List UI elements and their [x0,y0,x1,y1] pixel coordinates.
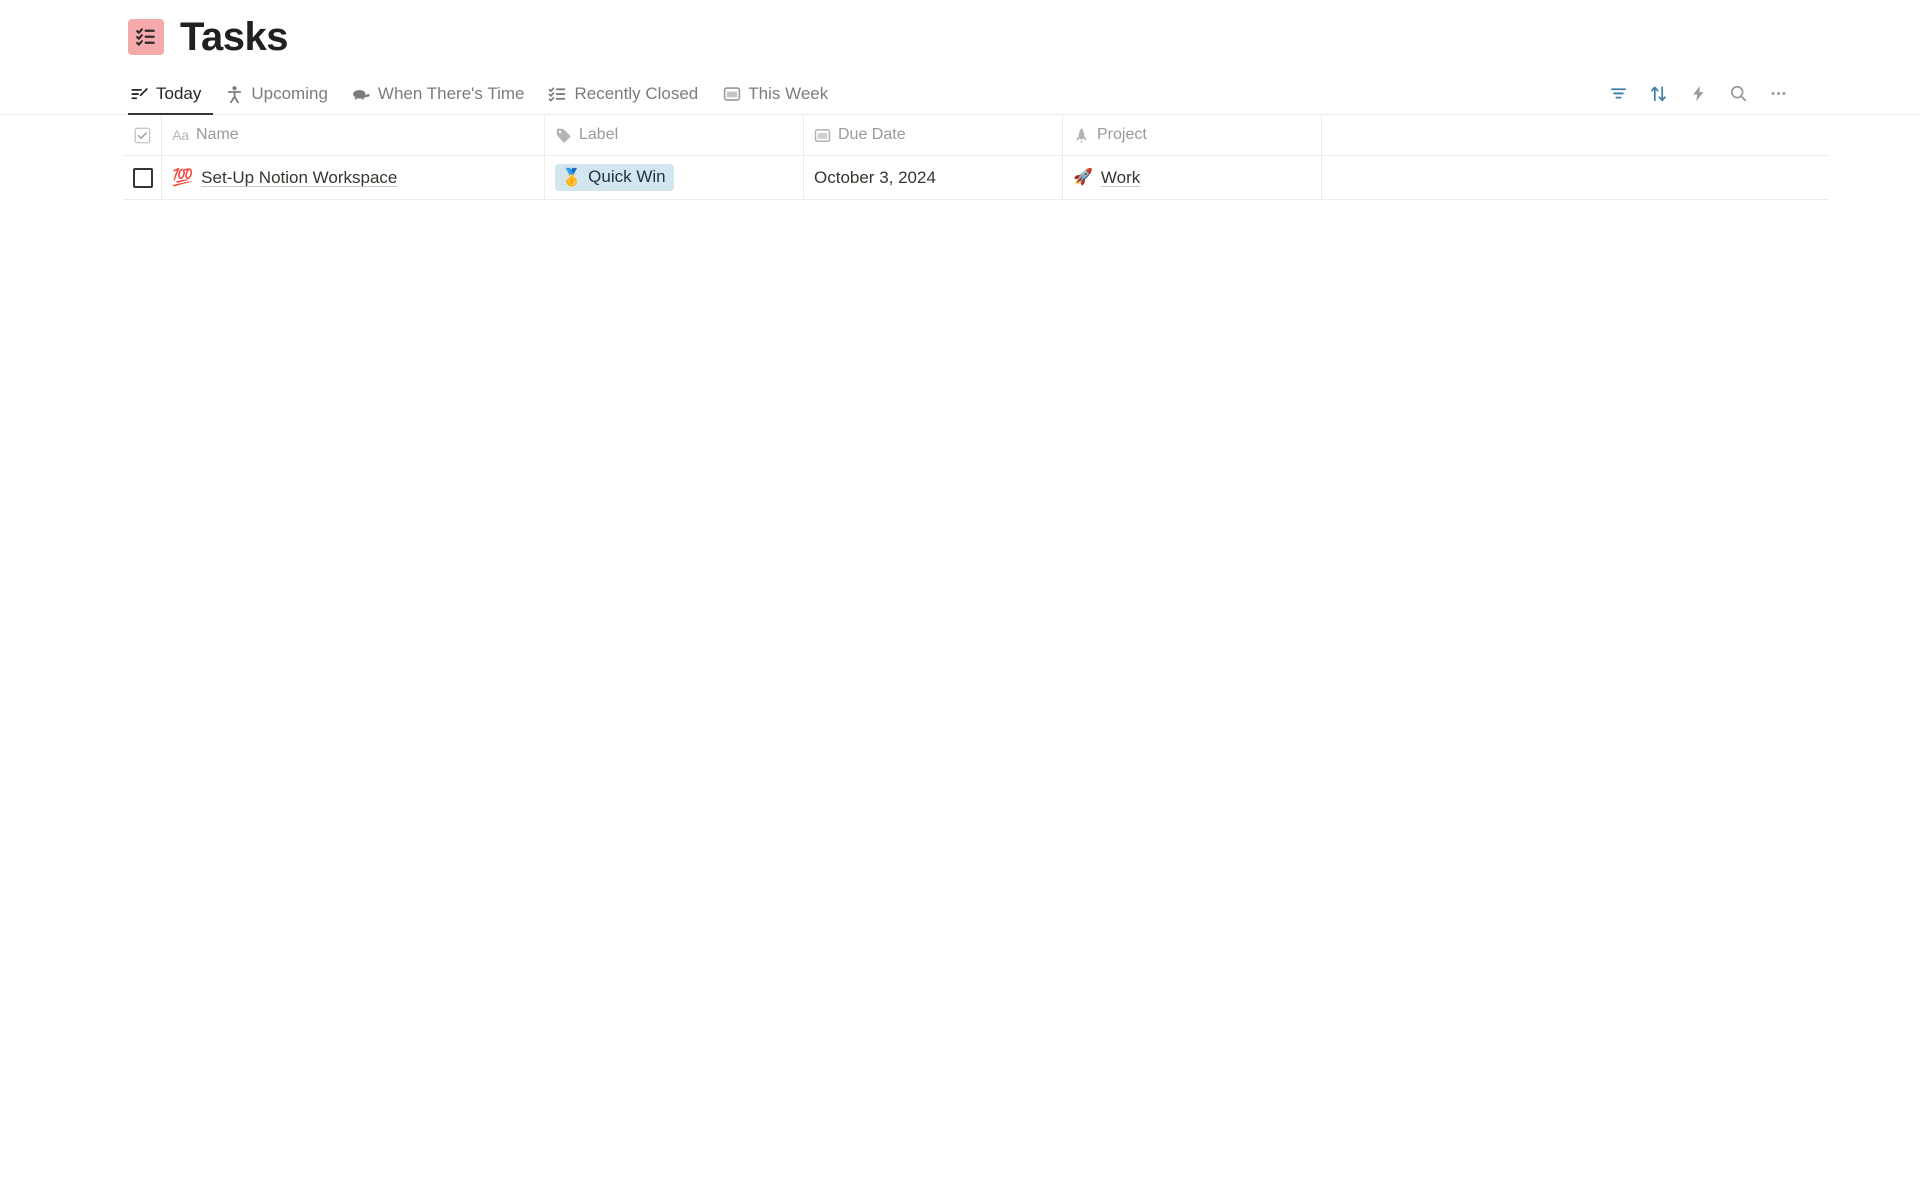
tag-icon [555,127,572,144]
lightning-icon[interactable] [1684,79,1712,107]
table-header-row: Aa Name Label Due Date Project [124,115,1828,156]
calendar-icon [814,127,831,144]
select-all-checkbox[interactable] [124,115,162,155]
gold-medal-icon: 🥇 [561,167,583,187]
view-tabs: Today Upcoming When There's Time Recentl… [128,74,840,115]
column-header-label: Label [579,126,619,143]
column-header-name[interactable]: Aa Name [162,115,545,155]
tab-label: Recently Closed [574,84,699,103]
turtle-icon [352,85,371,104]
column-header-due-date[interactable]: Due Date [804,115,1063,155]
project-relation-text[interactable]: Work [1101,168,1140,188]
view-tabbar: Today Upcoming When There's Time Recentl… [0,74,1920,115]
cell-project[interactable]: 🚀 Work [1063,156,1322,199]
filter-icon[interactable] [1604,79,1632,107]
tab-label: Today [156,84,202,103]
label-tag[interactable]: 🥇 Quick Win [555,164,674,191]
page-header: Tasks [0,0,1920,74]
tab-label: When There's Time [377,84,525,103]
cell-spacer [1322,156,1828,199]
row-checkbox[interactable] [132,167,153,188]
tab-recently-closed[interactable]: Recently Closed [536,74,710,114]
column-header-label: Name [196,126,239,143]
search-icon[interactable] [1724,79,1752,107]
tab-this-week[interactable]: This Week [710,74,840,114]
column-header-label: Due Date [838,126,906,143]
more-icon[interactable] [1764,79,1792,107]
tab-label: This Week [748,84,829,103]
today-edit-list-icon [130,85,149,104]
rocket-icon [1073,127,1090,144]
column-header-label-col[interactable]: Label [545,115,804,155]
title-aa-icon: Aa [172,127,189,143]
tab-upcoming[interactable]: Upcoming [213,74,340,114]
rocket-icon: 🚀 [1073,168,1093,186]
due-date-text: October 3, 2024 [814,167,936,187]
sort-icon[interactable] [1644,79,1672,107]
calendar-icon [722,85,741,104]
database-table: Aa Name Label Due Date Project 💯 Set-Up … [0,115,1920,200]
checklist-icon [128,19,164,55]
tab-today[interactable]: Today [128,74,214,115]
label-tag-text: Quick Win [588,167,666,187]
checklist-icon [548,85,567,104]
table-row[interactable]: 💯 Set-Up Notion Workspace 🥇 Quick Win Oc… [124,156,1828,200]
running-person-icon [225,85,244,104]
cell-label[interactable]: 🥇 Quick Win [545,156,804,199]
view-toolbar [1604,79,1792,114]
column-header-label: Project [1097,126,1147,143]
cell-name[interactable]: 💯 Set-Up Notion Workspace [162,156,545,199]
cell-name-text[interactable]: Set-Up Notion Workspace [201,168,397,188]
hundred-points-icon: 💯 [172,168,194,187]
tab-label: Upcoming [251,84,328,103]
cell-due-date[interactable]: October 3, 2024 [804,156,1063,199]
column-header-spacer [1322,115,1828,155]
notion-tasks-page: Tasks Today Upcoming When There's Time R… [0,0,1920,1199]
row-checkbox-cell[interactable] [124,156,162,199]
page-title: Tasks [180,15,288,59]
tab-when-theres-time[interactable]: When There's Time [340,74,537,114]
column-header-project[interactable]: Project [1063,115,1322,155]
